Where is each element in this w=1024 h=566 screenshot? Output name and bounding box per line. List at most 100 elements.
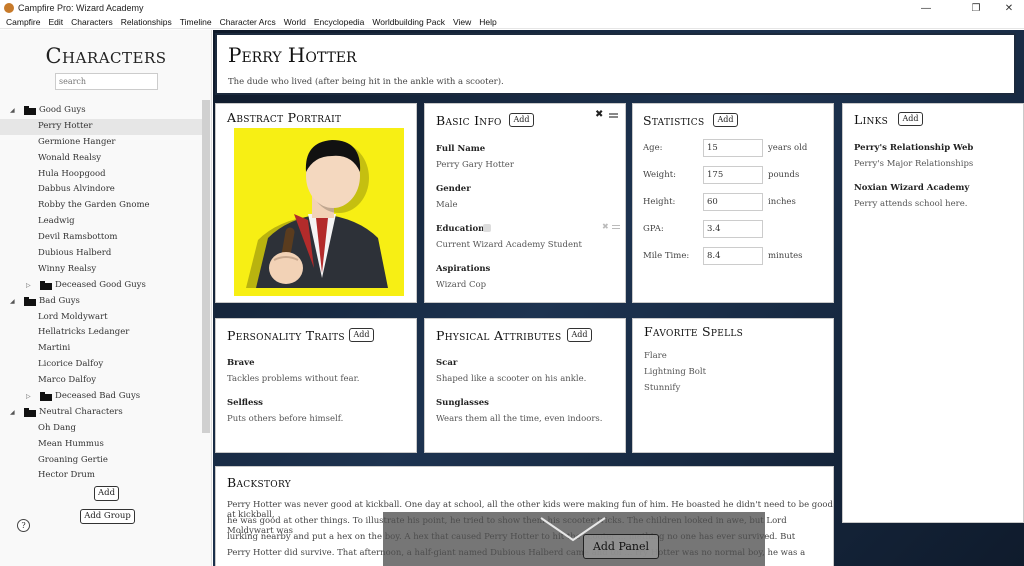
tree-item[interactable]: Hellatricks Ledanger — [0, 325, 202, 341]
personality-add-button[interactable]: Add — [349, 328, 374, 342]
tree-item-label: Martini — [38, 343, 71, 354]
character-tagline: The dude who lived (after being hit in t… — [228, 77, 504, 87]
stat-input[interactable]: 3.4 — [703, 220, 763, 238]
stat-input[interactable]: 175 — [703, 166, 763, 184]
maximize-button[interactable]: ❐ — [961, 0, 991, 16]
tree-item[interactable]: Dabbus Alvindore — [0, 182, 202, 198]
menu-help[interactable]: Help — [475, 17, 500, 27]
field-value: Current Wizard Academy Student — [436, 240, 582, 250]
field-label: Full Name — [436, 144, 486, 154]
tree-item[interactable]: Groaning Gertie — [0, 453, 202, 469]
field-close-icon[interactable]: ✖ — [602, 222, 609, 231]
expanded-arrow-icon[interactable]: ◢ — [10, 405, 15, 421]
character-sheet: Perry Hotter The dude who lived (after b… — [213, 30, 1024, 566]
spell-item: Stunnify — [644, 383, 681, 393]
tree-item[interactable]: Lord Moldywart — [0, 310, 202, 326]
expanded-arrow-icon[interactable]: ◢ — [10, 103, 15, 119]
tree-group[interactable]: ▷ Deceased Bad Guys — [0, 389, 202, 405]
menu-world[interactable]: World — [280, 17, 310, 27]
expanded-arrow-icon[interactable]: ◢ — [10, 294, 15, 310]
field-drag-icon[interactable] — [612, 225, 620, 229]
field-label: Education — [436, 224, 485, 234]
tree-item[interactable]: Hula Hoopgood — [0, 167, 202, 183]
menu-edit[interactable]: Edit — [44, 17, 67, 27]
tree-item[interactable]: Mean Hummus — [0, 437, 202, 453]
wizard-portrait-icon — [234, 128, 404, 296]
campfire-app-icon — [4, 3, 14, 13]
add-group-button[interactable]: Add Group — [80, 509, 135, 524]
tree-item[interactable]: Winny Realsy — [0, 262, 202, 278]
sidebar-scrollbar[interactable] — [202, 100, 210, 433]
stat-unit: inches — [768, 197, 796, 207]
attribute-value: Wears them all the time, even indoors. — [436, 414, 603, 424]
menu-character-arcs[interactable]: Character Arcs — [216, 17, 280, 27]
stat-input[interactable]: 60 — [703, 193, 763, 211]
close-window-button[interactable]: ✕ — [994, 0, 1024, 16]
basic-info-panel: Basic Info Add ✖ Full Name Perry Gary Ho… — [424, 103, 626, 303]
tree-item[interactable]: Oh Dang — [0, 421, 202, 437]
tree-group[interactable]: ◢ Neutral Characters — [0, 405, 202, 421]
tree-item[interactable]: Martini — [0, 341, 202, 357]
spell-item: Flare — [644, 351, 667, 361]
stat-input[interactable]: 8.4 — [703, 247, 763, 265]
help-icon[interactable]: ? — [17, 519, 30, 532]
tree-item-label: Dabbus Alvindore — [38, 184, 115, 195]
tree-item-label: Dubious Halberd — [38, 248, 112, 259]
tree-item[interactable]: Leadwig — [0, 214, 202, 230]
tree-item-label: Perry Hotter — [38, 120, 93, 131]
tree-item[interactable]: Marco Dalfoy — [0, 373, 202, 389]
stat-unit: minutes — [768, 251, 803, 261]
link-description: Perry's Major Relationships — [854, 159, 974, 169]
link-title[interactable]: Noxian Wizard Academy — [854, 183, 969, 193]
menu-view[interactable]: View — [449, 17, 475, 27]
menu-campfire[interactable]: Campfire — [0, 17, 44, 27]
tree-item-label: Winny Realsy — [38, 263, 97, 274]
tree-item[interactable]: Wonald Realsy — [0, 151, 202, 167]
stat-label: Height: — [643, 197, 676, 207]
tree-item[interactable]: Hector Drum — [0, 468, 202, 479]
tree-group[interactable]: ◢ Good Guys — [0, 103, 202, 119]
menu-encyclopedia[interactable]: Encyclopedia — [310, 17, 369, 27]
close-panel-icon[interactable]: ✖ — [595, 109, 603, 120]
menu-characters[interactable]: Characters — [67, 17, 117, 27]
portrait-panel: Abstract Portrait — [215, 103, 417, 303]
tree-item[interactable]: Perry Hotter — [0, 118, 202, 135]
folder-icon — [24, 407, 36, 417]
stat-input[interactable]: 15 — [703, 139, 763, 157]
statistics-add-button[interactable]: Add — [713, 113, 738, 127]
search-input[interactable] — [55, 73, 158, 90]
tree-item[interactable]: Robby the Garden Gnome — [0, 198, 202, 214]
minimize-button[interactable]: — — [911, 0, 941, 16]
tree-item[interactable]: Dubious Halberd — [0, 246, 202, 262]
stat-label: Mile Time: — [643, 251, 690, 261]
window-title: Campfire Pro: Wizard Academy — [18, 3, 144, 13]
folder-icon — [40, 280, 52, 290]
basic-info-add-button[interactable]: Add — [509, 113, 534, 127]
tree-item[interactable]: Devil Ramsbottom — [0, 230, 202, 246]
tree-item[interactable]: Germione Hanger — [0, 135, 202, 151]
add-character-button[interactable]: Add — [94, 486, 119, 501]
stat-unit: years old — [768, 143, 808, 153]
tree-group[interactable]: ◢ Bad Guys — [0, 294, 202, 310]
edit-field-icon[interactable] — [483, 224, 491, 232]
spells-title: Favorite Spells — [644, 324, 744, 339]
tree-item-label: Hula Hoopgood — [38, 168, 106, 179]
stat-label: GPA: — [643, 224, 664, 234]
tree-item[interactable]: Licorice Dalfoy — [0, 357, 202, 373]
portrait-image[interactable] — [234, 128, 404, 296]
links-add-button[interactable]: Add — [898, 112, 923, 126]
tree-group[interactable]: ▷ Deceased Good Guys — [0, 278, 202, 294]
menu-relationships[interactable]: Relationships — [117, 17, 176, 27]
tree-group-label: Deceased Bad Guys — [55, 391, 141, 402]
links-title: Links — [854, 112, 889, 127]
menu-worldbuilding-pack[interactable]: Worldbuilding Pack — [368, 17, 449, 27]
collapsed-arrow-icon[interactable]: ▷ — [26, 278, 31, 294]
physical-add-button[interactable]: Add — [567, 328, 592, 342]
link-title[interactable]: Perry's Relationship Web — [854, 143, 973, 153]
menu-timeline[interactable]: Timeline — [176, 17, 216, 27]
collapsed-arrow-icon[interactable]: ▷ — [26, 389, 31, 405]
add-panel-button[interactable]: Add Panel — [583, 534, 659, 559]
drag-handle-icon[interactable] — [609, 113, 618, 118]
field-value: Male — [436, 200, 458, 210]
sidebar-title: Characters — [45, 44, 167, 68]
